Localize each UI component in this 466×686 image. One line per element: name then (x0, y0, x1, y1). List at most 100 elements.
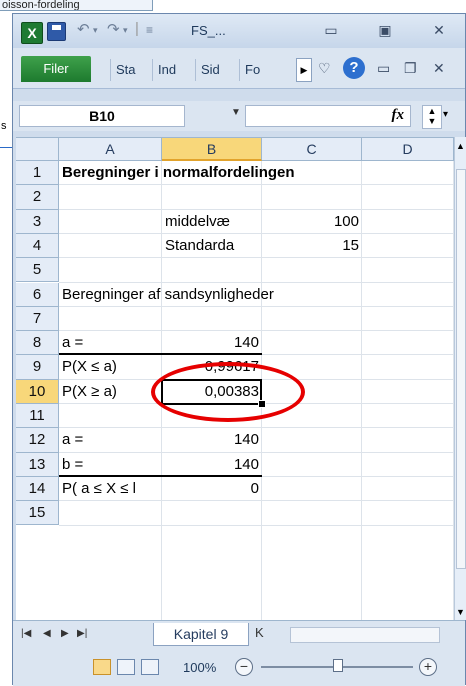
cell-b8[interactable]: 140 (162, 331, 262, 355)
doc-minimize-icon[interactable]: ▭ (377, 60, 390, 77)
help-icon[interactable]: ? (343, 57, 365, 79)
column-header-c[interactable]: C (262, 138, 362, 161)
name-box-dropdown-icon[interactable]: ▼ (231, 107, 241, 118)
cell-a2[interactable] (59, 185, 162, 209)
cell-a9[interactable]: P(X ≤ a) (59, 355, 162, 379)
file-tab[interactable]: Filer (21, 56, 91, 82)
cell-a14[interactable]: P( a ≤ X ≤ l (59, 477, 162, 501)
name-box[interactable]: B10 (19, 105, 185, 127)
zoom-out-icon[interactable]: − (235, 658, 253, 676)
cell-b13[interactable]: 140 (162, 453, 262, 477)
sheet-tab-kapitel-9[interactable]: Kapitel 9 (153, 623, 249, 646)
cell-b15[interactable] (162, 501, 262, 525)
row-header[interactable]: 15 (16, 501, 59, 526)
cell-a13[interactable]: b = (59, 453, 162, 477)
cell-a11[interactable] (59, 404, 162, 428)
ribbon-collapse-icon[interactable]: ♡ (318, 60, 331, 77)
redo-dropdown-icon[interactable]: ▾ (123, 25, 128, 36)
row-header[interactable]: 14 (16, 476, 59, 502)
worksheet-grid[interactable]: A B C D 1 Beregninger i normalfordelingen 2 3 mi… (16, 137, 454, 621)
expand-formula-icon[interactable]: ▾ (443, 109, 448, 120)
cell-b5[interactable] (162, 258, 262, 282)
row-header[interactable]: 12 (16, 428, 59, 453)
cell-b4[interactable]: Standarda (162, 234, 262, 258)
doc-close-icon[interactable]: ✕ (433, 60, 445, 77)
zoom-level[interactable]: 100% (183, 660, 216, 675)
row-header[interactable]: 2 (16, 185, 59, 210)
prev-sheet-icon[interactable]: ◀ (43, 628, 51, 639)
column-header-b[interactable]: B (162, 138, 262, 161)
cell-a1[interactable]: Beregninger i normalfordelingen (59, 161, 454, 185)
normal-view-icon[interactable] (93, 659, 111, 675)
cell-a15[interactable] (59, 501, 162, 525)
cell-b7[interactable] (162, 307, 262, 331)
cell-b2[interactable] (162, 185, 262, 209)
cell-c8[interactable] (262, 331, 362, 355)
cell-a10[interactable]: P(X ≥ a) (59, 380, 162, 404)
vertical-scroll-thumb[interactable] (456, 169, 466, 569)
cell-c14[interactable] (262, 477, 362, 501)
customize-toolbar-icon[interactable]: ≡ (146, 23, 153, 37)
row-header[interactable]: 9 (16, 355, 59, 380)
scroll-down-icon[interactable]: ▼ (456, 607, 465, 617)
column-header-a[interactable]: A (59, 138, 162, 161)
cell-a4[interactable] (59, 234, 162, 258)
page-break-view-icon[interactable] (141, 659, 159, 675)
zoom-in-icon[interactable]: + (419, 658, 437, 676)
row-header[interactable]: 7 (16, 306, 59, 332)
scroll-up-icon[interactable]: ▲ (456, 141, 465, 151)
select-all-corner[interactable] (16, 138, 59, 161)
excel-logo-icon[interactable]: X (21, 22, 43, 44)
tab-formulas[interactable]: Fo (239, 59, 297, 81)
cell-c12[interactable] (262, 428, 362, 452)
cell-c7[interactable] (262, 307, 362, 331)
tab-insert[interactable]: Ind (152, 59, 192, 81)
tab-page-layout[interactable]: Sid (195, 59, 237, 81)
save-icon[interactable] (47, 22, 66, 41)
undo-icon[interactable]: ↶ (77, 20, 90, 38)
cell-c13[interactable] (262, 453, 362, 477)
cell-b3[interactable]: middelvæ (162, 210, 262, 234)
close-icon[interactable]: ✕ (428, 22, 450, 39)
page-layout-view-icon[interactable] (117, 659, 135, 675)
doc-restore-icon[interactable]: ❐ (404, 60, 417, 77)
redo-icon[interactable]: ↷ (107, 20, 120, 38)
maximize-icon[interactable]: ▣ (374, 22, 396, 39)
row-header[interactable]: 6 (16, 282, 59, 307)
row-header[interactable]: 3 (16, 209, 59, 234)
cell-c2[interactable] (262, 185, 362, 209)
row-header[interactable]: 13 (16, 452, 59, 477)
tab-start[interactable]: Sta (110, 59, 150, 81)
next-sheet-icon[interactable]: ▶ (61, 628, 69, 639)
cell-c4[interactable]: 15 (262, 234, 362, 258)
cell-a7[interactable] (59, 307, 162, 331)
column-header-d[interactable]: D (362, 138, 454, 161)
row-header[interactable]: 11 (16, 404, 59, 429)
cell-c15[interactable] (262, 501, 362, 525)
first-sheet-icon[interactable]: |◀ (21, 628, 31, 639)
vertical-scrollbar[interactable]: ▲ ▼ (454, 137, 466, 620)
last-sheet-icon[interactable]: ▶| (77, 628, 87, 639)
sheet-tab-partial[interactable]: K (255, 625, 264, 640)
function-icon[interactable]: fx (392, 107, 405, 124)
formula-input[interactable]: fx (245, 105, 411, 127)
cell-a5[interactable] (59, 258, 162, 282)
undo-dropdown-icon[interactable]: ▾ (93, 25, 98, 36)
row-header[interactable]: 4 (16, 233, 59, 259)
ribbon-scroll-right-icon[interactable]: ▶ (296, 58, 312, 82)
zoom-slider-thumb[interactable] (333, 659, 343, 672)
cell-a3[interactable] (59, 210, 162, 234)
cell-a12[interactable]: a = (59, 428, 162, 452)
cell-b12[interactable]: 140 (162, 428, 262, 452)
row-header[interactable]: 8 (16, 331, 59, 356)
row-header[interactable]: 1 (16, 161, 59, 186)
row-header[interactable]: 10 (16, 379, 59, 404)
cell-c3[interactable]: 100 (262, 210, 362, 234)
cell-a6[interactable]: Beregninger af sandsynligheder (59, 283, 454, 307)
row-header[interactable]: 5 (16, 258, 59, 283)
cell-a8[interactable]: a = (59, 331, 162, 355)
horizontal-scrollbar[interactable] (290, 627, 440, 643)
minimize-icon[interactable]: ▭ (320, 22, 342, 39)
formula-spin-icon[interactable]: ▲ ▼ (422, 105, 442, 129)
cell-b14[interactable]: 0 (162, 477, 262, 501)
